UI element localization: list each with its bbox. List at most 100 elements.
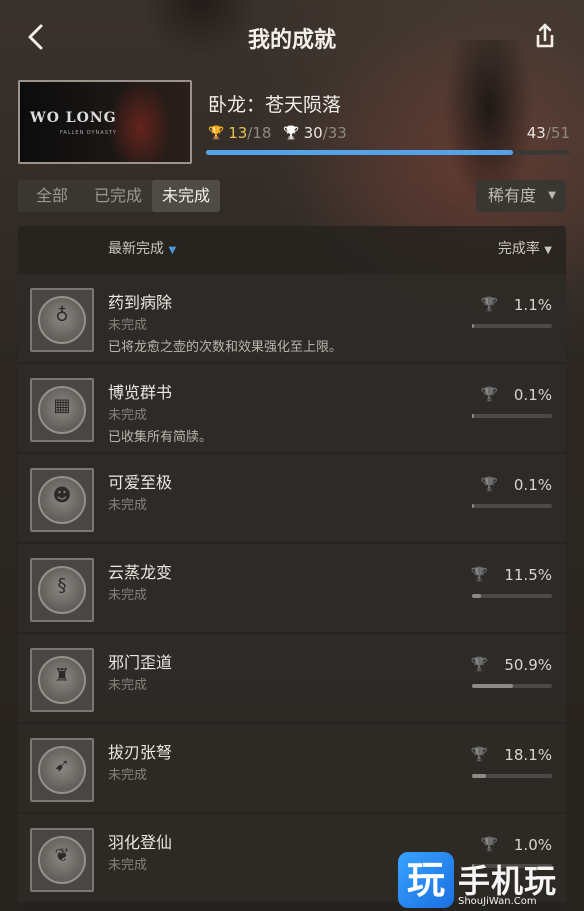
watermark-logo: 玩 bbox=[398, 852, 454, 908]
trophy-icon: 🏆 bbox=[470, 657, 489, 673]
completion-rate: 🏆 0.1% bbox=[480, 476, 552, 494]
completion-rate-bar bbox=[472, 414, 552, 418]
completion-rate: 🏆 18.1% bbox=[471, 746, 552, 764]
trophy-icon: 🏆 bbox=[480, 387, 498, 403]
warrior-icon: ♜ bbox=[53, 665, 71, 686]
caret-down-icon: ▼ bbox=[168, 245, 177, 256]
share-button[interactable] bbox=[528, 20, 562, 54]
achievement-name: 邪门歪道 bbox=[108, 653, 173, 672]
game-title: 卧龙：苍天陨落 bbox=[208, 94, 342, 116]
achievement-status: 未完成 bbox=[108, 408, 148, 423]
achievement-name: 云蒸龙变 bbox=[108, 563, 173, 582]
tab-completed[interactable]: 已完成 bbox=[84, 180, 152, 212]
silver-total: /33 bbox=[322, 124, 347, 142]
filter-tabs: 全部 已完成 未完成 bbox=[18, 180, 221, 212]
sort-rate-button[interactable]: 完成率 ▼ bbox=[498, 238, 552, 258]
completion-rate-fill bbox=[472, 414, 475, 418]
completion-rate-bar bbox=[472, 324, 552, 328]
achievement-row[interactable]: ☻ 可爱至极未完成 🏆 0.1% bbox=[18, 454, 566, 542]
achievement-badge: ▦ bbox=[30, 378, 94, 442]
completion-rate-value: 0.1% bbox=[513, 476, 552, 494]
cover-logo: WO LONG bbox=[30, 110, 117, 126]
achievement-panel: 最新完成 ▼ 完成率 ▼ ♁ 药到病除 未完成 已将龙愈之壶的次数和效果强化至上限。 🏆… bbox=[18, 226, 566, 911]
trophy-icon: 🏆 bbox=[480, 297, 498, 313]
trophy-counts: 🏆 13/18 🏆 30/33 bbox=[208, 124, 347, 142]
completion-rate-fill bbox=[472, 684, 513, 688]
gold-total: /18 bbox=[247, 124, 272, 142]
trophy-icon: 🏆 bbox=[470, 567, 489, 583]
sort-bar: 最新完成 ▼ 完成率 ▼ bbox=[18, 226, 566, 270]
achievement-name: 羽化登仙 bbox=[108, 833, 173, 852]
share-icon bbox=[536, 23, 554, 48]
trophy-icon: 🏆 bbox=[480, 837, 498, 853]
feather-icon: ❦ bbox=[54, 845, 70, 866]
completion-rate: 🏆 1.1% bbox=[480, 296, 552, 314]
achievement-status: 未完成 bbox=[108, 588, 148, 603]
dragon-icon: § bbox=[57, 575, 67, 596]
achievement-badge: ❦ bbox=[30, 828, 94, 892]
achievement-row[interactable]: ♜ 邪门歪道未完成 🏆 50.9% bbox=[18, 634, 566, 722]
crossbow-icon: ➹ bbox=[54, 755, 70, 776]
achievement-badge: ☻ bbox=[30, 468, 94, 532]
trophy-icon: 🏆 bbox=[480, 477, 498, 493]
achievement-row[interactable]: ♁ 药到病除未完成已将龙愈之壶的次数和效果强化至上限。 🏆 1.1% bbox=[18, 274, 566, 362]
completion-rate-value: 0.1% bbox=[513, 386, 552, 404]
completion-rate-bar bbox=[472, 504, 552, 508]
tab-all[interactable]: 全部 bbox=[18, 180, 84, 212]
completion-rate-value: 11.5% bbox=[504, 566, 552, 584]
silver-earned: 30 bbox=[303, 124, 323, 142]
achievement-name: 可爱至极 bbox=[108, 473, 173, 492]
achievement-badge: ➹ bbox=[30, 738, 94, 802]
header: 我的成就 bbox=[0, 0, 584, 76]
caret-down-icon: ▼ bbox=[548, 190, 556, 201]
progress-count: 43/51 bbox=[527, 124, 570, 142]
completion-rate-fill bbox=[472, 324, 475, 328]
completion-rate-bar bbox=[472, 594, 552, 598]
achievement-row[interactable]: ▦ 博览群书未完成已收集所有简牍。 🏆 0.1% bbox=[18, 364, 566, 452]
achievement-status: 未完成 bbox=[108, 318, 148, 333]
gold-trophy-count: 🏆 13/18 bbox=[208, 124, 271, 142]
gold-earned: 13 bbox=[228, 124, 248, 142]
creature-icon: ☻ bbox=[52, 485, 72, 506]
page-title: 我的成就 bbox=[247, 28, 336, 53]
achievement-badge: ♜ bbox=[30, 648, 94, 712]
caret-down-icon: ▼ bbox=[544, 245, 552, 256]
achievement-row[interactable]: § 云蒸龙变未完成 🏆 11.5% bbox=[18, 544, 566, 632]
sort-latest-button[interactable]: 最新完成 ▼ bbox=[108, 238, 176, 258]
achievement-status: 未完成 bbox=[108, 768, 148, 783]
achievement-name: 博览群书 bbox=[108, 383, 173, 402]
cover-subtitle: FALLEN DYNASTY bbox=[60, 130, 117, 136]
completion-rate-value: 1.1% bbox=[513, 296, 552, 314]
watermark: 玩 手机玩 ShouJiWan.Com bbox=[398, 852, 584, 911]
achievement-badge: § bbox=[30, 558, 94, 622]
achievement-description: 已收集所有简牍。 bbox=[108, 430, 213, 445]
completion-rate-bar bbox=[472, 684, 552, 688]
silver-trophy-icon: 🏆 bbox=[283, 125, 300, 141]
game-cover: WO LONG FALLEN DYNASTY bbox=[18, 80, 192, 164]
completion-rate: 🏆 11.5% bbox=[471, 566, 552, 584]
achievement-row[interactable]: ➹ 拔刃张弩未完成 🏆 18.1% bbox=[18, 724, 566, 812]
rarity-label: 稀有度 bbox=[488, 186, 537, 205]
completion-rate-fill bbox=[472, 774, 487, 778]
game-progress-fill bbox=[206, 150, 513, 155]
game-card[interactable]: WO LONG FALLEN DYNASTY 卧龙：苍天陨落 🏆 13/18 🏆… bbox=[18, 80, 572, 166]
trophy-icon: 🏆 bbox=[470, 747, 489, 763]
scroll-icon: ▦ bbox=[53, 395, 71, 416]
game-progress-bar bbox=[206, 150, 570, 155]
sort-latest-label: 最新完成 bbox=[108, 241, 164, 257]
achievement-name: 药到病除 bbox=[108, 293, 173, 312]
silver-trophy-count: 🏆 30/33 bbox=[283, 124, 346, 142]
completion-rate-bar bbox=[472, 774, 552, 778]
watermark-url: ShouJiWan.Com bbox=[458, 896, 537, 907]
gourd-icon: ♁ bbox=[55, 305, 69, 326]
achievement-status: 未完成 bbox=[108, 678, 148, 693]
completion-rate-value: 50.9% bbox=[504, 656, 552, 674]
achievement-name: 拔刃张弩 bbox=[108, 743, 173, 762]
achievement-description: 已将龙愈之壶的次数和效果强化至上限。 bbox=[108, 340, 343, 355]
achievement-status: 未完成 bbox=[108, 858, 148, 873]
achievement-status: 未完成 bbox=[108, 498, 148, 513]
tab-incomplete[interactable]: 未完成 bbox=[152, 180, 221, 212]
sort-rate-label: 完成率 bbox=[497, 241, 540, 257]
rarity-dropdown[interactable]: 稀有度 ▼ bbox=[476, 180, 566, 212]
completion-rate: 🏆 50.9% bbox=[471, 656, 552, 674]
